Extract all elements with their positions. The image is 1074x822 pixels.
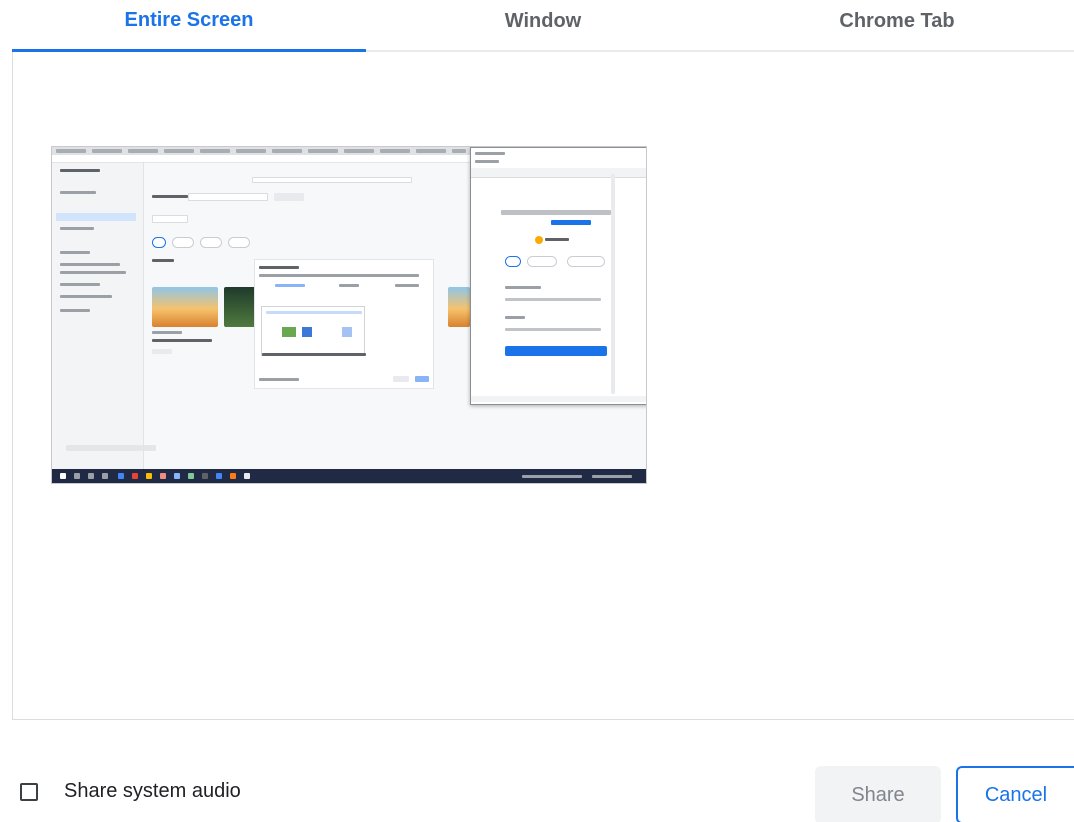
cancel-button[interactable]: Cancel — [956, 766, 1074, 822]
thumbnail-sidebar — [52, 163, 156, 469]
share-button[interactable]: Share — [815, 766, 941, 822]
tab-entire-screen[interactable]: Entire Screen — [12, 0, 366, 52]
thumbnail-modal — [254, 259, 434, 389]
share-audio-checkbox[interactable] — [20, 782, 38, 801]
thumbnail-popup-window — [470, 147, 646, 405]
tab-window[interactable]: Window — [366, 0, 720, 50]
source-panel — [12, 52, 1074, 720]
share-audio-label: Share system audio — [64, 780, 241, 802]
tab-chrome-tab[interactable]: Chrome Tab — [720, 0, 1074, 50]
screen-thumbnail[interactable] — [51, 146, 647, 484]
screen-share-dialog: Entire Screen Window Chrome Tab Share sy… — [0, 0, 1074, 822]
share-audio-row[interactable]: Share system audio — [20, 780, 241, 803]
source-tabs: Entire Screen Window Chrome Tab — [12, 0, 1074, 52]
thumbnail-taskbar — [52, 469, 646, 483]
